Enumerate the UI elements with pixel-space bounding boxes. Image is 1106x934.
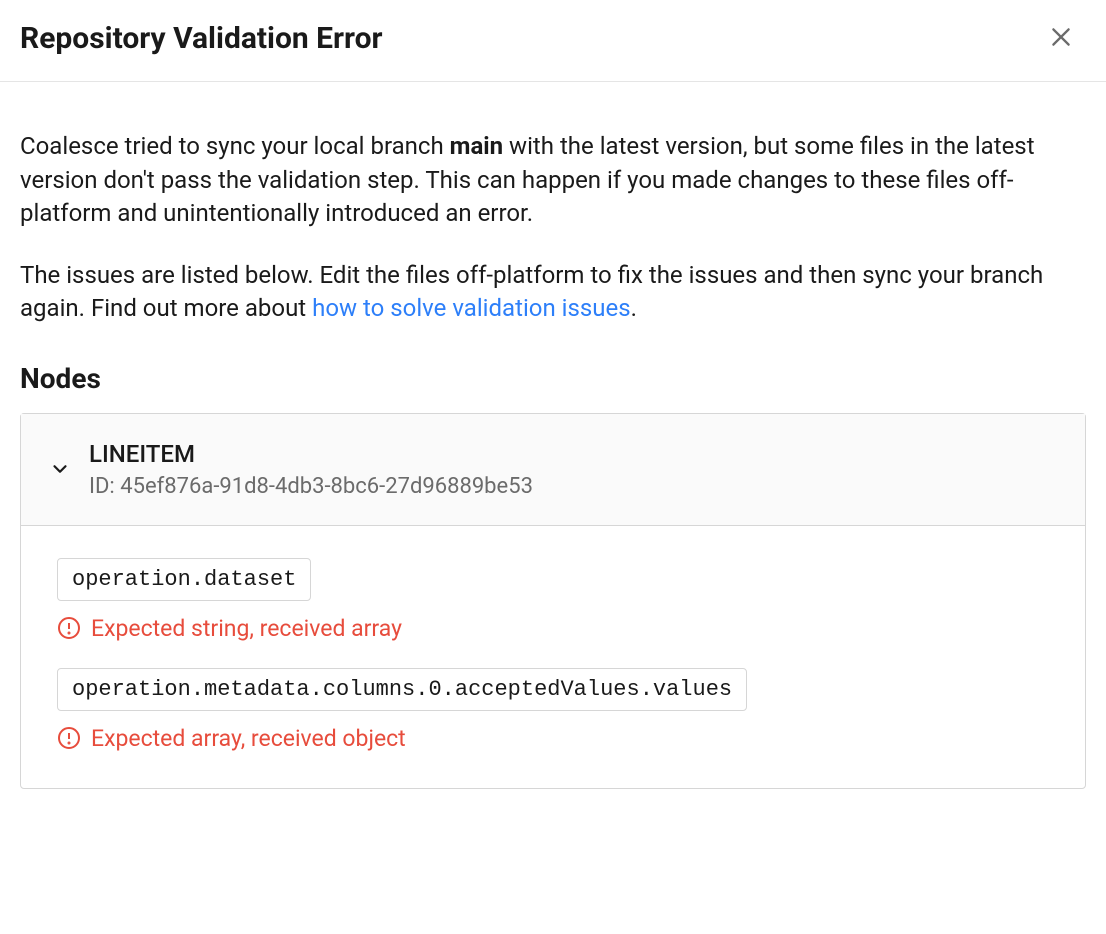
close-icon xyxy=(1048,24,1074,53)
desc-p1-prefix: Coalesce tried to sync your local branch xyxy=(20,132,450,160)
node-header[interactable]: LINEITEM ID: 45ef876a-91d8-4db3-8bc6-27d… xyxy=(21,414,1085,526)
close-button[interactable] xyxy=(1044,20,1078,57)
error-message: Expected string, received array xyxy=(91,615,402,642)
nodes-heading: Nodes xyxy=(20,362,1086,395)
issue-block: operation.metadata.columns.0.acceptedVal… xyxy=(57,668,1049,752)
chevron-down-icon xyxy=(49,458,71,480)
desc-p2-suffix: . xyxy=(631,294,637,322)
error-message: Expected array, received object xyxy=(91,725,406,752)
node-card: LINEITEM ID: 45ef876a-91d8-4db3-8bc6-27d… xyxy=(20,413,1086,789)
description-paragraph-2: The issues are listed below. Edit the fi… xyxy=(20,259,1086,326)
error-line: Expected string, received array xyxy=(57,615,1049,642)
node-header-text: LINEITEM ID: 45ef876a-91d8-4db3-8bc6-27d… xyxy=(89,440,533,499)
node-name: LINEITEM xyxy=(89,440,533,468)
help-link[interactable]: how to solve validation issues xyxy=(312,294,631,322)
validation-error-dialog: Repository Validation Error Coalesce tri… xyxy=(0,0,1106,809)
node-id-line: ID: 45ef876a-91d8-4db3-8bc6-27d96889be53 xyxy=(89,474,533,499)
dialog-header: Repository Validation Error xyxy=(0,0,1106,82)
issue-path: operation.dataset xyxy=(57,558,311,601)
error-line: Expected array, received object xyxy=(57,725,1049,752)
alert-circle-icon xyxy=(57,616,81,640)
node-id-label: ID: xyxy=(89,474,120,499)
issue-block: operation.dataset Expected string, recei… xyxy=(57,558,1049,642)
branch-name: main xyxy=(450,132,503,160)
issue-path: operation.metadata.columns.0.acceptedVal… xyxy=(57,668,747,711)
dialog-body: Coalesce tried to sync your local branch… xyxy=(0,82,1106,809)
description-paragraph-1: Coalesce tried to sync your local branch… xyxy=(20,130,1086,231)
node-id-value: 45ef876a-91d8-4db3-8bc6-27d96889be53 xyxy=(120,474,533,499)
alert-circle-icon xyxy=(57,726,81,750)
node-body: operation.dataset Expected string, recei… xyxy=(21,526,1085,788)
dialog-title: Repository Validation Error xyxy=(20,21,383,56)
